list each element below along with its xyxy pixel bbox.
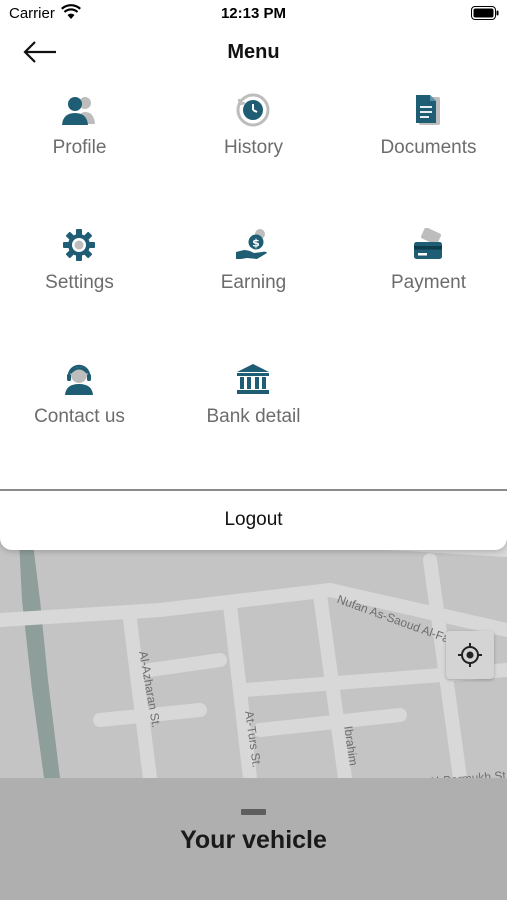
menu-item-label: Documents [380,137,477,158]
status-bar: Carrier 12:13 PM [0,0,507,28]
menu-item-bank-detail[interactable]: Bank detail [169,361,338,471]
menu-item-contact-us[interactable]: Contact us [0,361,164,471]
map-view[interactable]: Nufan As-Saoud Al-Fahd Al-Azharan St. At… [0,520,507,778]
my-location-button[interactable] [446,631,494,679]
bank-icon [235,361,271,397]
status-time: 12:13 PM [220,5,287,22]
menu-item-earning[interactable]: $ Earning [169,227,338,337]
support-agent-icon [61,361,97,397]
gear-icon [61,227,97,263]
menu-item-label: History [223,137,284,158]
earning-icon: $ [235,227,271,263]
drag-handle[interactable] [241,809,266,815]
svg-text:$: $ [252,237,260,250]
page-title: Menu [227,41,280,63]
profile-icon [61,92,97,128]
menu-item-label: Earning [220,272,287,293]
menu-item-documents[interactable]: Documents [344,92,507,202]
menu-item-settings[interactable]: Settings [0,227,164,337]
menu-item-payment[interactable]: Payment [344,227,507,337]
crosshair-icon [458,643,482,667]
menu-item-label: Contact us [34,406,125,427]
menu-item-label: Profile [52,137,107,158]
battery-icon [471,6,499,20]
documents-icon [410,92,446,128]
logout-button[interactable]: Logout [0,491,507,549]
history-icon [235,92,271,128]
card-icon [410,227,446,263]
menu-item-history[interactable]: History [169,92,338,202]
vehicle-title: Your vehicle [180,826,327,854]
vehicle-bottom-sheet[interactable]: Your vehicle [0,778,507,900]
menu-item-label: Payment [391,272,466,293]
menu-item-label: Settings [45,272,114,293]
menu-item-profile[interactable]: Profile [0,92,164,202]
menu-item-label: Bank detail [206,406,301,427]
menu-sheet: Carrier 12:13 PM Menu Profile History Do… [0,0,507,550]
